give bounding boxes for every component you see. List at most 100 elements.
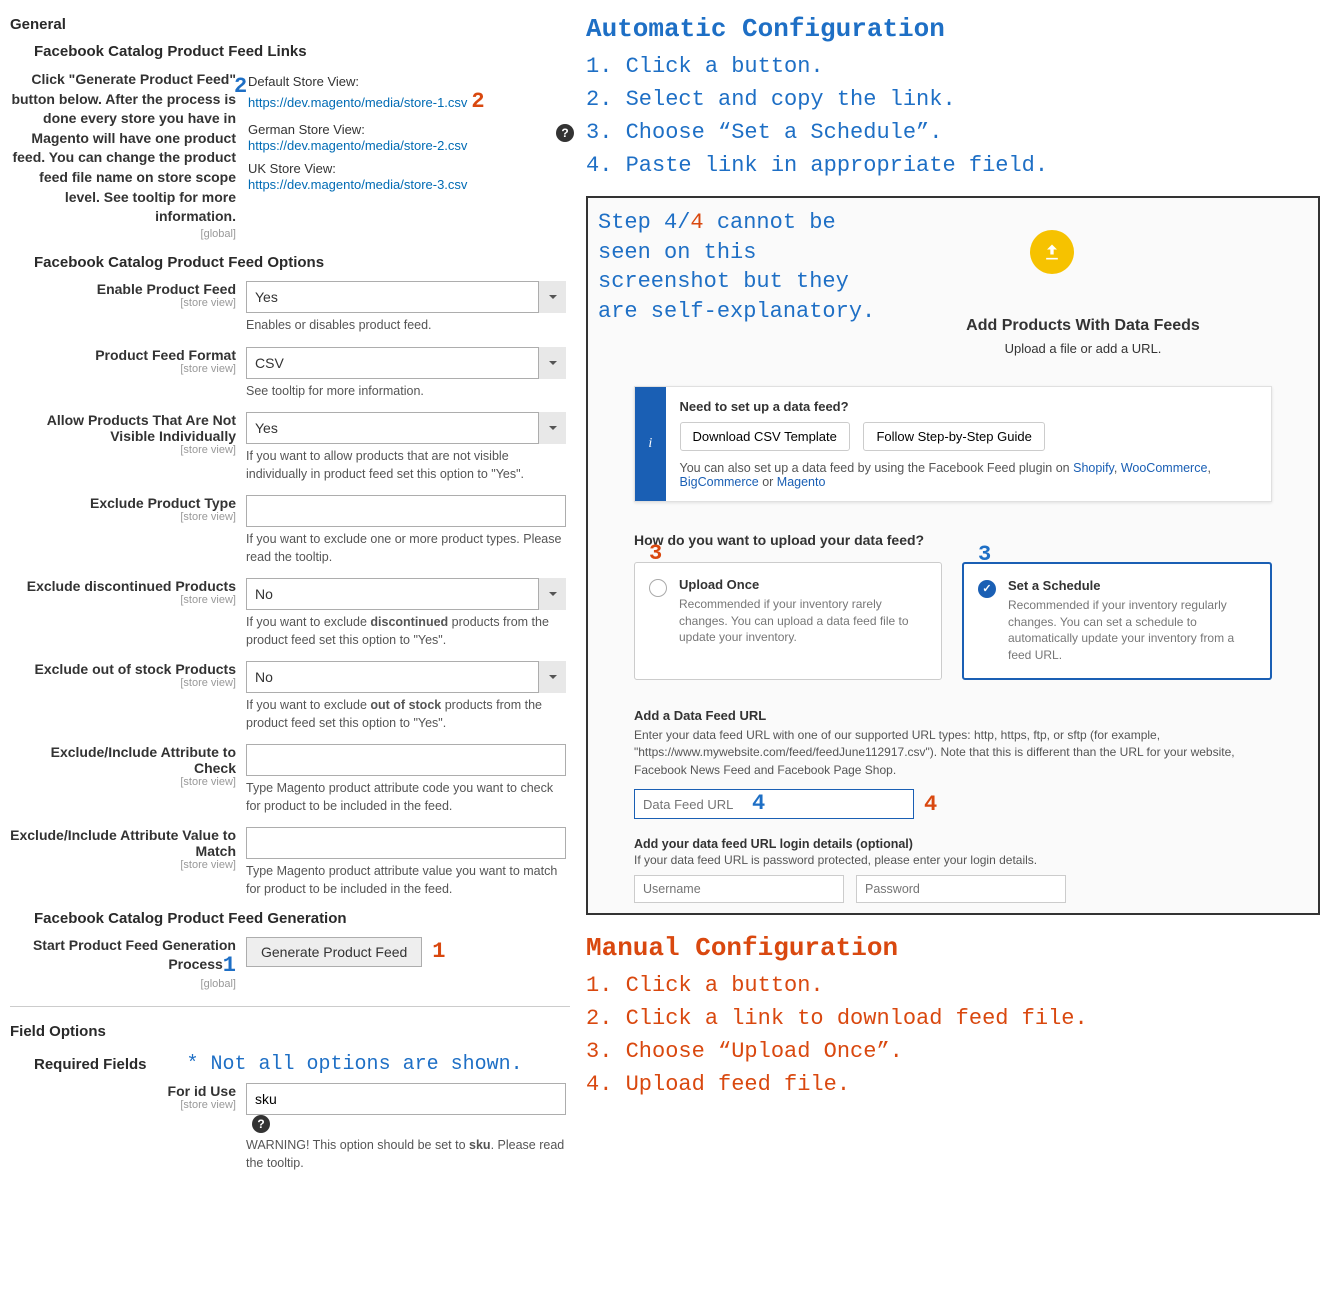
annotation-3: 3 — [978, 542, 991, 567]
allow-notvisible-label: Allow Products That Are Not Visible Indi… — [47, 412, 236, 444]
allow-notvisible-select[interactable]: Yes — [246, 412, 566, 444]
attr-value-hint: Type Magento product attribute value you… — [246, 863, 570, 898]
exclude-oos-select[interactable]: No — [246, 661, 566, 693]
link-woocommerce[interactable]: WooCommerce — [1121, 461, 1208, 475]
exclude-oos-label: Exclude out of stock Products — [35, 661, 236, 677]
scope-label: [store view] — [10, 444, 236, 456]
info-icon: i — [635, 387, 666, 501]
scope-label: [global] — [10, 978, 236, 990]
panel-subtitle: Upload a file or add a URL. — [858, 341, 1308, 356]
format-select[interactable]: CSV — [246, 347, 566, 379]
username-input[interactable] — [634, 875, 844, 903]
panel-note: Step 4/4 cannot be seen on this screensh… — [598, 208, 898, 327]
feed-generation-heading: Facebook Catalog Product Feed Generation — [34, 910, 570, 927]
link-bigcommerce[interactable]: BigCommerce — [680, 475, 759, 489]
exclude-discontinued-select[interactable]: No — [246, 578, 566, 610]
upload-question: How do you want to upload your data feed… — [634, 532, 1272, 548]
required-fields-heading: Required Fields — [34, 1056, 147, 1073]
follow-guide-button[interactable]: Follow Step-by-Step Guide — [863, 422, 1044, 451]
link-shopify[interactable]: Shopify — [1073, 461, 1114, 475]
exclude-oos-hint: If you want to exclude out of stock prod… — [246, 697, 570, 732]
banner-footer: You can also set up a data feed by using… — [680, 461, 1257, 489]
card-title-schedule: Set a Schedule — [1008, 578, 1256, 593]
enable-feed-select[interactable]: Yes — [246, 281, 566, 313]
password-input[interactable] — [856, 875, 1066, 903]
scope-label: [store view] — [10, 297, 236, 309]
attr-check-input[interactable] — [246, 744, 566, 776]
not-all-options-note: * Not all options are shown. — [187, 1053, 523, 1076]
auto-config-heading: Automatic Configuration — [586, 14, 1320, 44]
id-use-input[interactable] — [246, 1083, 566, 1115]
store-label: German Store View: — [248, 122, 570, 137]
feed-links-instruction: Click "Generate Product Feed" button bel… — [11, 71, 236, 224]
id-use-hint: WARNING! This option should be set to sk… — [246, 1137, 570, 1172]
feed-url-input[interactable] — [634, 789, 914, 819]
scope-label: [store view] — [10, 776, 236, 788]
generate-feed-button[interactable]: Generate Product Feed — [246, 937, 422, 967]
exclude-type-input[interactable] — [246, 495, 566, 527]
feed-links-heading: Facebook Catalog Product Feed Links — [34, 43, 570, 60]
feed-link-uk[interactable]: https://dev.magento/media/store-3.csv — [248, 177, 467, 192]
annotation-1-label: 1 — [223, 953, 236, 978]
annotation-2-label: 2 — [234, 74, 247, 99]
store-label: UK Store View: — [248, 161, 570, 176]
exclude-type-hint: If you want to exclude one or more produ… — [246, 531, 570, 566]
upload-once-card[interactable]: 3 Upload Once Recommended if your invent… — [634, 562, 942, 680]
id-use-label: For id Use — [168, 1083, 236, 1099]
feed-url-desc: Enter your data feed URL with one of our… — [634, 727, 1272, 779]
link-magento[interactable]: Magento — [777, 475, 826, 489]
manual-config-steps: 1. Click a button. 2. Click a link to do… — [586, 969, 1320, 1101]
scope-label: [store view] — [10, 859, 236, 871]
upload-icon — [1030, 230, 1074, 274]
feed-link-german[interactable]: https://dev.magento/media/store-2.csv — [248, 138, 467, 153]
auto-config-steps: 1. Click a button. 2. Select and copy th… — [586, 50, 1320, 182]
download-csv-button[interactable]: Download CSV Template — [680, 422, 850, 451]
help-icon[interactable]: ? — [556, 124, 574, 142]
format-label: Product Feed Format — [95, 347, 236, 363]
card-desc-schedule: Recommended if your inventory regularly … — [1008, 597, 1256, 664]
attr-check-hint: Type Magento product attribute code you … — [246, 780, 570, 815]
generation-label: Start Product Feed Generation Process — [33, 937, 236, 972]
exclude-type-label: Exclude Product Type — [90, 495, 236, 511]
scope-label: [global] — [10, 227, 236, 242]
exclude-discontinued-label: Exclude discontinued Products — [27, 578, 236, 594]
general-heading: General — [10, 16, 570, 33]
attr-value-label: Exclude/Include Attribute Value to Match — [10, 827, 236, 859]
feed-options-heading: Facebook Catalog Product Feed Options — [34, 254, 570, 271]
store-label: Default Store View: — [248, 74, 570, 89]
login-title: Add your data feed URL login details (op… — [634, 837, 1272, 851]
scope-label: [store view] — [10, 1099, 236, 1111]
attr-value-input[interactable] — [246, 827, 566, 859]
manual-config-heading: Manual Configuration — [586, 933, 1320, 963]
login-sub: If your data feed URL is password protec… — [634, 853, 1272, 867]
feed-url-title: Add a Data Feed URL — [634, 708, 1272, 723]
scope-label: [store view] — [10, 363, 236, 375]
enable-feed-hint: Enables or disables product feed. — [246, 317, 570, 335]
scope-label: [store view] — [10, 594, 236, 606]
scope-label: [store view] — [10, 677, 236, 689]
allow-notvisible-hint: If you want to allow products that are n… — [246, 448, 570, 483]
exclude-discontinued-hint: If you want to exclude discontinued prod… — [246, 614, 570, 649]
card-desc-upload-once: Recommended if your inventory rarely cha… — [679, 596, 927, 646]
field-options-heading: Field Options — [10, 1023, 570, 1040]
feed-link-default[interactable]: https://dev.magento/media/store-1.csv — [248, 95, 467, 110]
banner-title: Need to set up a data feed? — [680, 399, 1257, 414]
format-hint: See tooltip for more information. — [246, 383, 570, 401]
panel-title: Add Products With Data Feeds — [858, 317, 1308, 335]
annotation-3: 3 — [649, 541, 662, 566]
schedule-card[interactable]: 3 Set a Schedule Recommended if your inv… — [962, 562, 1272, 680]
annotation-4-after: 4 — [924, 792, 937, 817]
help-icon[interactable]: ? — [252, 1115, 270, 1133]
annotation-1-after: 1 — [432, 939, 445, 964]
scope-label: [store view] — [10, 511, 236, 523]
annotation-4-in: 4 — [752, 791, 765, 816]
radio-unchecked-icon[interactable] — [649, 579, 667, 597]
divider — [10, 1006, 570, 1007]
annotation-2-url: 2 — [471, 89, 484, 114]
card-title-upload-once: Upload Once — [679, 577, 927, 592]
attr-check-label: Exclude/Include Attribute to Check — [51, 744, 236, 776]
enable-feed-label: Enable Product Feed — [97, 281, 236, 297]
facebook-panel: Step 4/4 cannot be seen on this screensh… — [586, 196, 1320, 915]
radio-checked-icon[interactable] — [978, 580, 996, 598]
info-banner: i Need to set up a data feed? Download C… — [634, 386, 1272, 502]
